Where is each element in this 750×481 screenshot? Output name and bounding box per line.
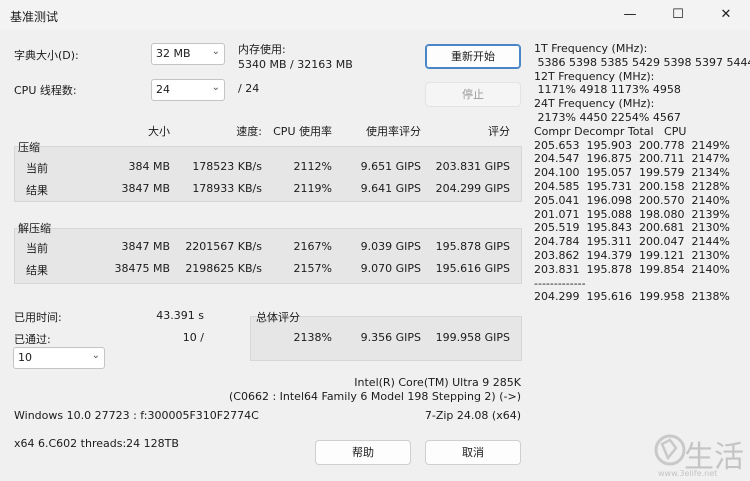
arch-info: x64 6.C602 threads:24 128TB [14,437,179,450]
total-rating: 199.958 GIPS [435,331,510,344]
row-label: 当前 [26,162,48,175]
elapsed-label: 已用时间: [14,311,62,324]
stop-button[interactable]: 停止 [425,82,521,107]
dict-size-label: 字典大小(D): [14,49,79,62]
dict-size-select[interactable]: 32 MB ⌄ [151,43,225,65]
header-rating: 评分 [488,125,510,138]
header-speed: 速度: [236,125,262,138]
rating-cell: 195.616 GIPS [435,262,510,275]
cpu-cell: 2119% [293,182,332,195]
rating-cell: 204.299 GIPS [435,182,510,195]
threads-value: 24 [156,83,170,96]
site-logo: 生活 www.3elife.net [646,428,750,481]
speed-cell: 178523 KB/s [192,160,262,173]
memory-label: 内存使用: [238,43,286,56]
window-title: 基准测试 [10,10,59,24]
threads-select[interactable]: 24 ⌄ [151,79,225,101]
logo-url: www.3elife.net [658,469,718,478]
size-cell: 3847 MB [121,182,170,195]
app-version: 7-Zip 24.08 (x64) [424,409,521,422]
elapsed-value: 43.391 s [156,309,204,322]
frequency-log: 1T Frequency (MHz): 5386 5398 5385 5429 … [534,42,750,304]
cancel-button[interactable]: 取消 [425,440,521,465]
passed-label: 已通过: [14,333,51,346]
decompress-panel [14,228,522,284]
size-cell: 384 MB [128,160,170,173]
speed-cell: 178933 KB/s [192,182,262,195]
cpu-name: Intel(R) Core(TM) Ultra 9 285K [354,376,521,389]
cpu-cell: 2157% [293,262,332,275]
rating-usage-cell: 9.651 GIPS [360,160,421,173]
restart-button[interactable]: 重新开始 [425,44,521,69]
total-rating-usage: 9.356 GIPS [360,331,421,344]
memory-value: 5340 MB / 32163 MB [238,58,353,71]
total-label: 总体评分 [256,311,300,324]
row-label: 结果 [26,184,48,197]
cpu-cell: 2112% [293,160,332,173]
row-label: 当前 [26,242,48,255]
speed-cell: 2198625 KB/s [185,262,262,275]
maximize-button[interactable]: ☐ [658,4,698,26]
threads-total: / 24 [238,82,260,95]
passed-value: 10 / [182,331,204,344]
total-cpu: 2138% [293,331,332,344]
rating-cell: 203.831 GIPS [435,160,510,173]
chevron-down-icon: ⌄ [211,46,220,57]
passes-select[interactable]: 10 ⌄ [13,347,105,369]
compress-label: 压缩 [18,141,40,154]
row-label: 结果 [26,264,48,277]
close-button[interactable]: ✕ [706,4,746,26]
title-bar: 基准测试 — ☐ ✕ [0,0,750,30]
minimize-button[interactable]: — [610,4,650,26]
size-cell: 3847 MB [121,240,170,253]
rating-usage-cell: 9.070 GIPS [360,262,421,275]
rating-usage-cell: 9.641 GIPS [360,182,421,195]
cpu-cell: 2167% [293,240,332,253]
dict-size-value: 32 MB [156,47,191,60]
help-button[interactable]: 帮助 [315,440,411,465]
chevron-down-icon: ⌄ [211,82,220,93]
header-cpu: CPU 使用率 [273,125,332,138]
os-info: Windows 10.0 27723 : f:300005F310F2774C [14,409,259,422]
header-rating-usage: 使用率评分 [366,125,421,138]
cpu-family: (C0662 : Intel64 Family 6 Model 198 Step… [228,390,521,403]
rating-cell: 195.878 GIPS [435,240,510,253]
speed-cell: 2201567 KB/s [185,240,262,253]
size-cell: 38475 MB [114,262,170,275]
passes-value: 10 [18,351,32,364]
decompress-label: 解压缩 [18,222,51,235]
chevron-down-icon: ⌄ [91,350,100,361]
threads-label: CPU 线程数: [14,84,77,97]
rating-usage-cell: 9.039 GIPS [360,240,421,253]
header-size: 大小 [148,125,170,138]
